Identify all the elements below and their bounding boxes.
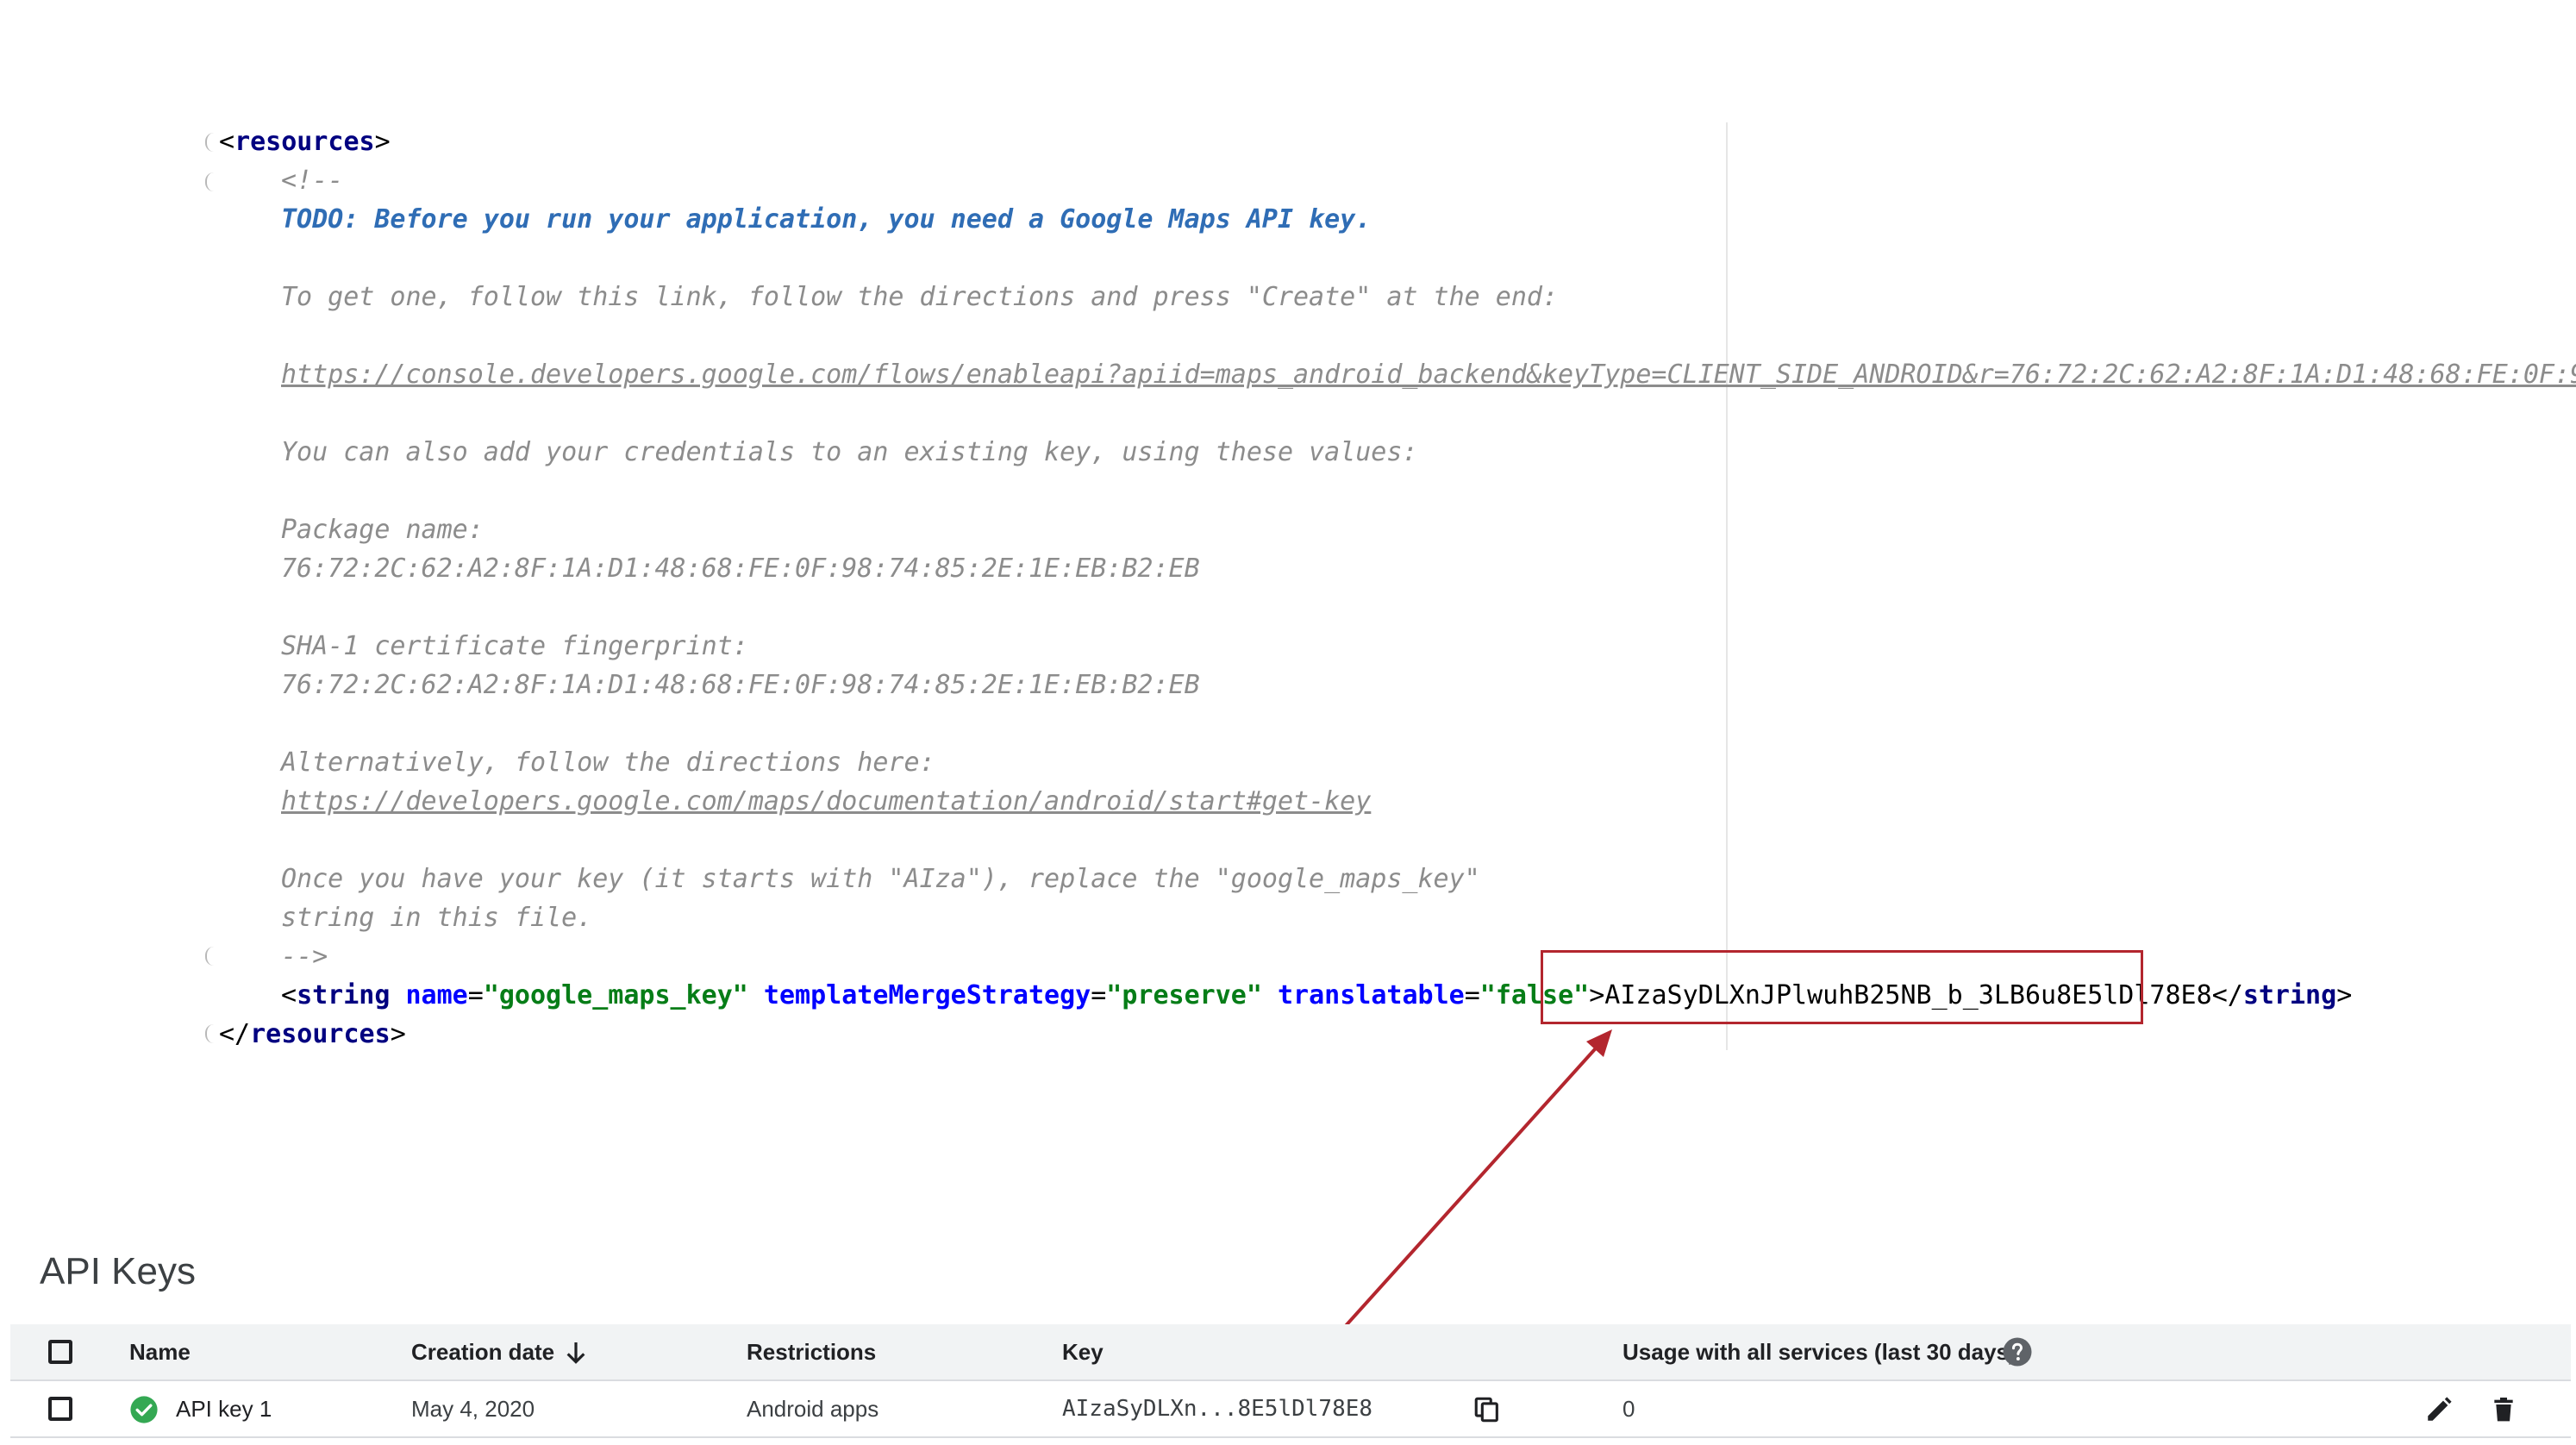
arrow-down-icon[interactable] [562,1338,590,1367]
column-header-key[interactable]: Key [1062,1324,1104,1379]
api-key-name-link[interactable]: API key 1 [176,1381,272,1436]
restrictions-cell: Android apps [747,1396,879,1422]
arrow-line [1302,1040,1604,1374]
column-header-creation-date[interactable]: Creation date [411,1324,554,1379]
key-cell: AIzaSyDLXn...8E5lDl78E8 [1062,1396,1373,1422]
edit-pencil-icon[interactable] [2424,1395,2454,1424]
select-all-checkbox[interactable] [48,1340,72,1364]
column-header-restrictions[interactable]: Restrictions [747,1324,876,1379]
check-circle-icon [130,1396,158,1423]
usage-cell: 0 [1623,1396,1635,1422]
help-icon[interactable] [2002,1336,2033,1367]
row-select-checkbox[interactable] [48,1397,72,1421]
api-keys-table-header: Name Creation date Restrictions Key Usag… [10,1324,2571,1381]
delete-trash-icon[interactable] [2490,1395,2517,1424]
column-header-label: Creation date [411,1339,555,1365]
annotation-arrow [1302,1029,1612,1374]
column-header-usage[interactable]: Usage with all services (last 30 days) [1623,1324,2016,1379]
copy-icon[interactable] [1472,1395,1502,1424]
creation-date-cell: May 4, 2020 [411,1396,535,1422]
column-header-name[interactable]: Name [129,1324,191,1379]
api-keys-title: API Keys [40,1250,196,1292]
table-row[interactable]: API key 1 May 4, 2020 Android apps AIzaS… [10,1381,2571,1438]
